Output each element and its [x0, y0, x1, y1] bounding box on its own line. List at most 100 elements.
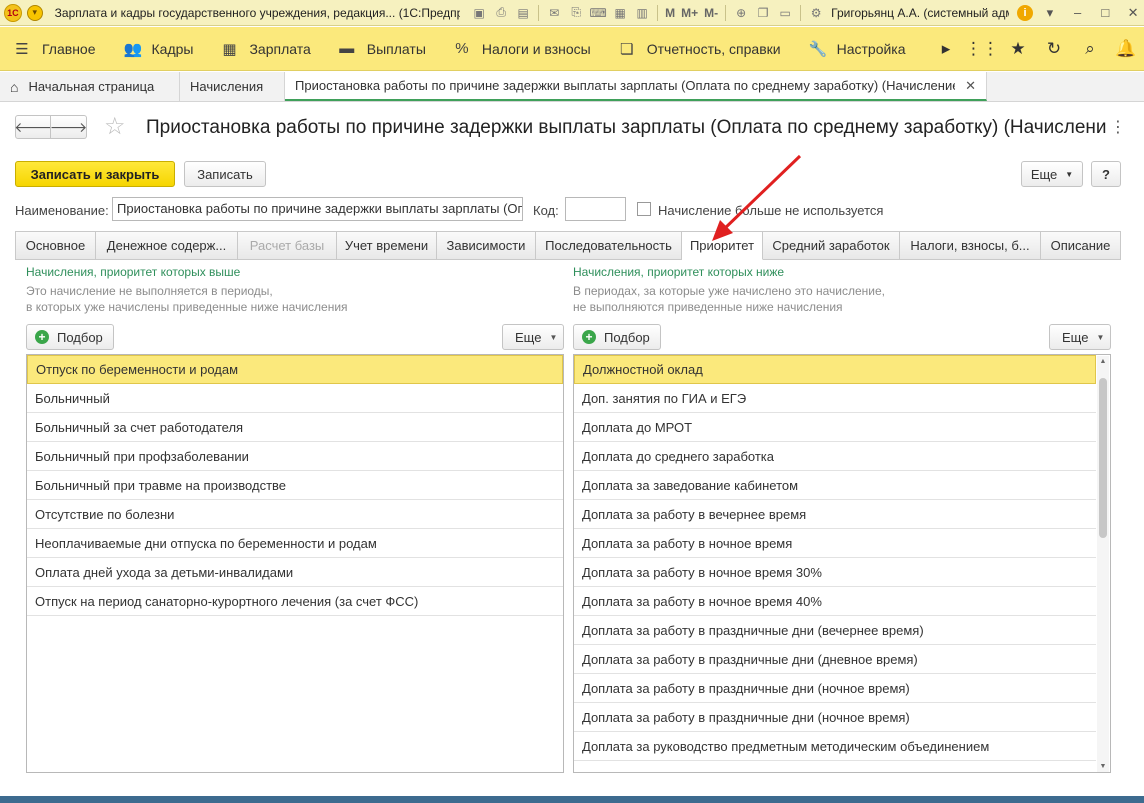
list-item[interactable]: Отсутствие по болезни	[27, 500, 563, 529]
menu-item-salary[interactable]: ▦ Зарплата	[207, 27, 324, 71]
tab-dependencies[interactable]: Зависимости	[437, 231, 536, 260]
history-icon[interactable]: ↻	[1036, 39, 1072, 59]
tab-average-earnings[interactable]: Средний заработок	[763, 231, 900, 260]
windows-icon[interactable]: ❐	[754, 4, 772, 22]
right-more-button[interactable]: Еще ▼	[1049, 324, 1111, 350]
favorites-star-icon[interactable]: ★	[1000, 39, 1036, 59]
list-item[interactable]: Доплата за работу в праздничные дни (ноч…	[574, 703, 1096, 732]
tab-description[interactable]: Описание	[1041, 231, 1121, 260]
open-tab-home[interactable]: ⌂ Начальная страница	[0, 72, 180, 101]
list-item[interactable]: Больничный	[27, 384, 563, 413]
list-item[interactable]: Доплата за работу в праздничные дни (ноч…	[574, 674, 1096, 703]
menu-item-settings[interactable]: 🔧 Настройка	[795, 27, 920, 71]
list-item[interactable]: Доплата за работу в праздничные дни (дне…	[574, 645, 1096, 674]
link-icon[interactable]: ⎘	[567, 4, 585, 22]
list-item[interactable]: Неоплачиваемые дни отпуска по беременнос…	[27, 529, 563, 558]
list-item[interactable]: Доплата до МРОТ	[574, 413, 1096, 442]
list-item[interactable]: Доплата за работу в ночное время 40%	[574, 587, 1096, 616]
memory-m-button[interactable]: M	[665, 6, 675, 20]
list-scrollbar[interactable]: ▲ ▼	[1097, 356, 1109, 772]
menu-item-payments[interactable]: ▬ Выплаты	[325, 27, 440, 71]
app-logo-icon[interactable]: 1С	[4, 3, 22, 22]
tab-sequence[interactable]: Последовательность	[536, 231, 682, 260]
save-and-close-button[interactable]: Записать и закрыть	[15, 161, 175, 187]
form-menu-icon[interactable]: ⋮	[1110, 117, 1126, 137]
notifications-bell-icon[interactable]: 🔔	[1108, 39, 1144, 59]
memory-mminus-button[interactable]: M-	[704, 6, 718, 20]
left-more-button[interactable]: Еще ▼	[502, 324, 564, 350]
forward-button[interactable]: 🡒	[50, 115, 87, 139]
menu-item-taxes[interactable]: % Налоги и взносы	[440, 27, 605, 71]
spreadsheet-icon[interactable]: ▦	[611, 4, 629, 22]
scroll-up-icon[interactable]: ▲	[1097, 356, 1109, 368]
higher-priority-panel: Начисления, приоритет которых выше Это н…	[26, 265, 564, 315]
list-item[interactable]: Доплата за заведование кабинетом	[574, 471, 1096, 500]
tab-money[interactable]: Денежное содерж...	[96, 231, 238, 260]
window-menu-chevron-icon[interactable]: ▾	[1039, 5, 1061, 21]
help-button[interactable]: ?	[1091, 161, 1121, 187]
tab-taxes[interactable]: Налоги, взносы, б...	[900, 231, 1041, 260]
info-icon[interactable]: i	[1017, 4, 1033, 21]
not-used-checkbox[interactable]	[637, 202, 651, 216]
memory-mplus-button[interactable]: M+	[681, 6, 698, 20]
tab-priority[interactable]: Приоритет	[682, 231, 763, 260]
current-user[interactable]: Григорьянц А.А. (системный адм...	[831, 6, 1009, 20]
code-field[interactable]	[565, 197, 626, 221]
menu-item-reports[interactable]: ❏ Отчетность, справки	[605, 27, 795, 71]
open-tab-accruals[interactable]: Начисления	[180, 72, 285, 101]
list-item[interactable]: Больничный при профзаболевании	[27, 442, 563, 471]
tab-base-calc[interactable]: Расчет базы	[238, 231, 337, 260]
close-window-button[interactable]: ✕	[1122, 5, 1144, 21]
menu-scroll-right-icon[interactable]: ▸	[928, 39, 964, 59]
menu-item-label: Отчетность, справки	[646, 40, 781, 57]
scroll-thumb[interactable]	[1099, 378, 1107, 538]
more-button[interactable]: Еще ▼	[1021, 161, 1083, 187]
hamburger-icon: ☰	[15, 40, 29, 58]
list-item[interactable]: Доп. занятия по ГИА и ЕГЭ	[574, 384, 1096, 413]
favorite-star-icon[interactable]: ☆	[104, 112, 126, 141]
list-item[interactable]: Оплата дней ухода за детьми-инвалидами	[27, 558, 563, 587]
add-icon: +	[35, 330, 49, 344]
list-item[interactable]: Доплата за работу в вечернее время	[574, 500, 1096, 529]
chevron-down-icon: ▼	[1096, 332, 1105, 342]
window-toolbar: ▣ ⎙ ▤ ✉ ⎘ ⌨ ▦ ▥ M M+ M- ⊕ ❐ ▭ ⚙	[468, 4, 827, 22]
scroll-down-icon[interactable]: ▼	[1097, 761, 1109, 772]
search-icon[interactable]: ⌕	[1072, 39, 1108, 59]
minimize-button[interactable]: –	[1067, 5, 1089, 20]
list-item[interactable]: Больничный за счет работодателя	[27, 413, 563, 442]
list-item[interactable]: Отпуск на период санаторно-курортного ле…	[27, 587, 563, 616]
list-item[interactable]: Больничный при травме на производстве	[27, 471, 563, 500]
list-item[interactable]: Доплата за работу в ночное время 30%	[574, 558, 1096, 587]
maximize-button[interactable]: □	[1094, 5, 1116, 20]
left-pick-button[interactable]: + Подбор	[26, 324, 114, 350]
menu-item-staff[interactable]: 👥 Кадры	[110, 27, 208, 71]
mail-icon[interactable]: ✉	[545, 4, 563, 22]
lower-priority-panel: Начисления, приоритет которых ниже В пер…	[573, 265, 1111, 315]
calendar-icon[interactable]: ▥	[633, 4, 651, 22]
list-item[interactable]: Доплата за руководство предметным методи…	[574, 732, 1096, 761]
right-pick-button[interactable]: + Подбор	[573, 324, 661, 350]
wrench-settings-icon[interactable]: ⚙	[807, 4, 825, 22]
list-item[interactable]: Отпуск по беременности и родам	[27, 355, 563, 384]
window-list-icon[interactable]: ▭	[776, 4, 794, 22]
save-icon[interactable]: ▣	[470, 4, 488, 22]
list-item[interactable]: Должностной оклад	[574, 355, 1096, 384]
name-field[interactable]: Приостановка работы по причине задержки …	[112, 197, 523, 221]
list-item[interactable]: Доплата за работу в праздничные дни (веч…	[574, 616, 1096, 645]
save-button[interactable]: Записать	[184, 161, 266, 187]
tab-basic[interactable]: Основное	[15, 231, 96, 260]
back-button[interactable]: 🡐	[14, 115, 52, 139]
attach-icon[interactable]: ⌨	[589, 4, 607, 22]
list-item[interactable]: Доплата до среднего заработка	[574, 442, 1096, 471]
list-item[interactable]: Доплата за работу в ночное время	[574, 529, 1096, 558]
print-icon[interactable]: ⎙	[492, 4, 510, 22]
menu-item-main[interactable]: ☰ Главное	[0, 27, 110, 71]
menu-right-icons: ▸ ⋮⋮ ★ ↻ ⌕ 🔔	[928, 39, 1144, 59]
tab-time[interactable]: Учет времени	[337, 231, 437, 260]
apps-grid-icon[interactable]: ⋮⋮	[964, 39, 1000, 59]
app-menu-dropdown-icon[interactable]: ▾	[26, 4, 43, 21]
open-tab-current-document[interactable]: Приостановка работы по причине задержки …	[285, 72, 987, 101]
zoom-icon[interactable]: ⊕	[732, 4, 750, 22]
close-icon[interactable]: ✕	[965, 78, 976, 94]
preview-icon[interactable]: ▤	[514, 4, 532, 22]
